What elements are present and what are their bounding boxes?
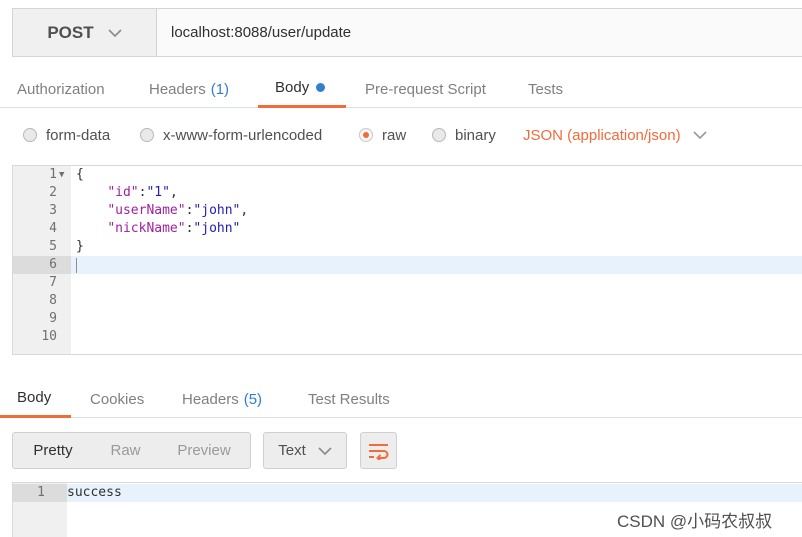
json-key: "userName"	[107, 203, 186, 218]
line-number: 1	[37, 485, 45, 500]
code-text: {	[76, 167, 84, 182]
code-line: 10	[13, 328, 802, 346]
code-text: "nickName":"john"	[107, 221, 241, 236]
chevron-down-icon	[318, 446, 332, 455]
content-type-label: JSON (application/json)	[523, 126, 681, 144]
line-number: 3	[49, 203, 57, 218]
line-number: 1	[49, 167, 57, 182]
line-number: 6	[49, 257, 57, 272]
method-label: POST	[47, 22, 94, 42]
line-number: 2	[49, 185, 57, 200]
radio-icon	[23, 128, 37, 142]
tab-body[interactable]: Body	[258, 70, 346, 108]
code-line: 9	[13, 310, 802, 328]
response-line: 1 success	[13, 484, 802, 502]
radio-icon	[432, 128, 446, 142]
tab-cookies[interactable]: Cookies	[90, 380, 144, 418]
request-bar: POST localhost:8088/user/update	[12, 8, 802, 57]
line-number: 9	[49, 311, 57, 326]
chevron-down-icon	[108, 28, 122, 37]
tab-headers-label: Headers	[149, 80, 206, 98]
tab-body-label: Body	[275, 79, 310, 96]
line-number: 10	[41, 329, 57, 344]
wrap-lines-icon	[368, 443, 388, 460]
body-indicator-dot	[316, 83, 326, 92]
fold-arrow-icon[interactable]: ▼	[59, 166, 64, 184]
radio-binary[interactable]: binary	[432, 118, 496, 152]
tab-response-headers[interactable]: Headers (5)	[182, 380, 262, 418]
url-input[interactable]: localhost:8088/user/update	[157, 9, 802, 56]
pretty-button[interactable]: Pretty	[13, 433, 93, 468]
tab-tests-label: Tests	[528, 80, 564, 98]
tab-test-results[interactable]: Test Results	[308, 380, 390, 418]
code-line: 1 ▼ {	[13, 166, 802, 184]
format-label: Text	[278, 442, 306, 459]
code-text: "id":"1",	[107, 185, 178, 200]
radio-urlencoded-label: x-www-form-urlencoded	[163, 126, 323, 144]
code-line: 5 }	[13, 238, 802, 256]
json-key: "id"	[107, 185, 139, 200]
code-line: 2 "id":"1",	[13, 184, 802, 202]
code-line: 3 "userName":"john",	[13, 202, 802, 220]
radio-raw-label: raw	[382, 126, 407, 144]
code-line: 8	[13, 292, 802, 310]
tab-response-body-label: Body	[17, 389, 52, 406]
json-value: "1"	[146, 185, 170, 200]
json-key: "nickName"	[107, 221, 186, 236]
line-number: 8	[49, 293, 57, 308]
request-tabs: Authorization Headers (1) Body Pre-reque…	[0, 70, 802, 108]
radio-urlencoded[interactable]: x-www-form-urlencoded	[140, 118, 322, 152]
content-type-select[interactable]: JSON (application/json)	[523, 118, 707, 152]
tab-response-body[interactable]: Body	[0, 380, 71, 418]
text-cursor	[76, 258, 77, 273]
response-text: success	[67, 485, 122, 500]
tab-headers[interactable]: Headers (1)	[149, 70, 229, 108]
headers-count: (1)	[210, 80, 230, 98]
code-text: }	[76, 239, 84, 254]
tab-tests[interactable]: Tests	[528, 70, 563, 108]
line-number: 7	[49, 275, 57, 290]
preview-button[interactable]: Preview	[158, 433, 250, 468]
tab-authorization[interactable]: Authorization	[17, 70, 105, 108]
request-body-editor[interactable]: 1 ▼ { 2 "id":"1", 3 "userName":"john", 4…	[12, 165, 802, 355]
radio-form-data[interactable]: form-data	[23, 118, 110, 152]
radio-binary-label: binary	[455, 126, 496, 144]
tab-prerequest-label: Pre-request Script	[365, 80, 486, 98]
response-headers-count: (5)	[243, 390, 263, 408]
code-text: "userName":"john",	[107, 203, 249, 218]
chevron-down-icon	[693, 131, 707, 140]
tab-test-results-label: Test Results	[308, 390, 390, 408]
tab-cookies-label: Cookies	[90, 390, 145, 408]
line-number: 4	[49, 221, 57, 236]
radio-checked-icon	[359, 128, 373, 142]
tab-prerequest-script[interactable]: Pre-request Script	[365, 70, 486, 108]
tab-authorization-label: Authorization	[17, 80, 105, 98]
method-select[interactable]: POST	[13, 9, 157, 56]
code-line-active: 6	[13, 256, 802, 274]
format-select[interactable]: Text	[263, 432, 347, 469]
wrap-lines-button[interactable]	[360, 432, 397, 469]
watermark: CSDN @小码农叔叔	[617, 512, 773, 531]
line-number: 5	[49, 239, 57, 254]
tab-response-headers-label: Headers	[182, 390, 239, 408]
json-value: "john"	[193, 203, 241, 218]
json-value: "john"	[193, 221, 241, 236]
raw-button[interactable]: Raw	[93, 433, 158, 468]
radio-icon	[140, 128, 154, 142]
code-line: 7	[13, 274, 802, 292]
code-line: 4 "nickName":"john"	[13, 220, 802, 238]
body-type-options: form-data x-www-form-urlencoded raw bina…	[0, 118, 802, 152]
response-view-toggle: Pretty Raw Preview	[12, 432, 251, 469]
radio-raw[interactable]: raw	[359, 118, 406, 152]
response-tabs: Body Cookies Headers (5) Test Results	[0, 380, 802, 418]
radio-form-data-label: form-data	[46, 126, 111, 144]
